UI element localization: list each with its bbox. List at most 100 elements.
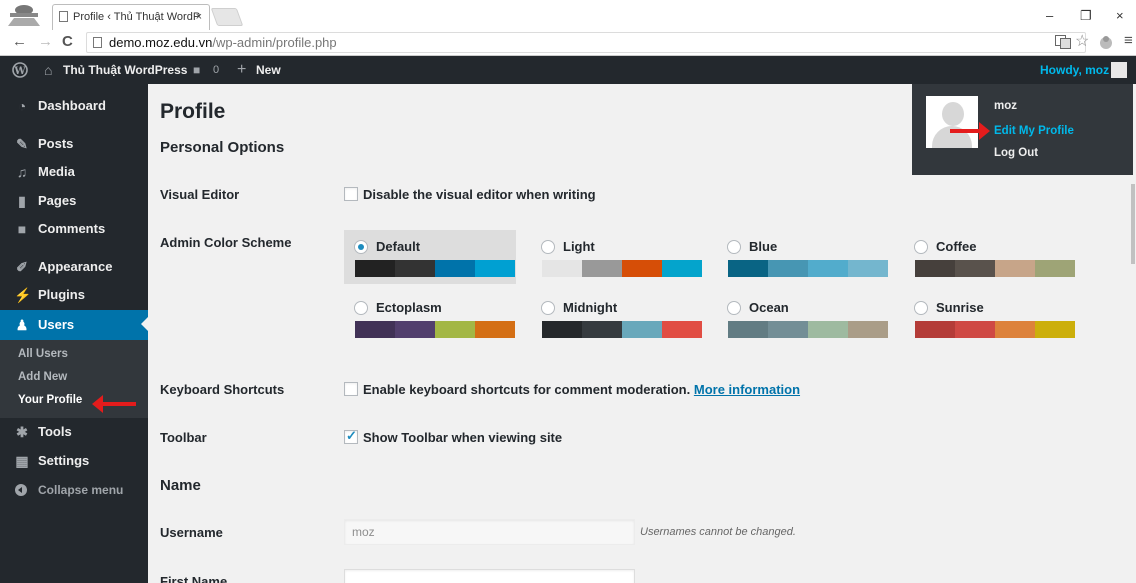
collapse-icon xyxy=(15,484,27,496)
avatar[interactable] xyxy=(926,96,978,148)
color-swatch xyxy=(995,321,1035,338)
wordpress-logo-icon[interactable]: W xyxy=(12,62,28,78)
reload-icon[interactable]: C xyxy=(62,33,73,50)
more-information-link[interactable]: More information xyxy=(694,382,800,397)
menu-icon[interactable]: ≡ xyxy=(1124,32,1133,49)
sidebar-item-media[interactable]: ♫ Media xyxy=(0,158,148,186)
log-out-link[interactable]: Log Out xyxy=(994,147,1038,159)
sidebar-item-users[interactable]: ♟ Users xyxy=(0,310,148,340)
color-swatch xyxy=(808,260,848,277)
section-name: Name xyxy=(160,477,201,494)
star-icon[interactable]: ☆ xyxy=(1075,31,1089,51)
username-description: Usernames cannot be changed. xyxy=(640,526,796,538)
color-scheme-default[interactable]: Default xyxy=(344,230,516,284)
visual-editor-checkbox[interactable] xyxy=(344,187,358,201)
color-scheme-radio[interactable] xyxy=(354,301,368,315)
page-title: Profile xyxy=(160,100,226,123)
sidebar-item-settings[interactable]: ▦ Settings xyxy=(0,447,148,475)
color-swatch xyxy=(1035,260,1075,277)
color-swatch xyxy=(848,260,888,277)
sidebar-item-tools[interactable]: ✱ Tools xyxy=(0,418,148,446)
section-personal-options: Personal Options xyxy=(160,139,285,156)
color-scheme-ectoplasm[interactable]: Ectoplasm xyxy=(344,291,516,345)
howdy-user-link[interactable]: Howdy, moz xyxy=(1040,56,1109,84)
color-swatch xyxy=(355,260,395,277)
tab-profile[interactable]: Profile ‹ Thủ Thuật WordP × xyxy=(52,4,210,30)
submenu-all-users[interactable]: All Users xyxy=(18,348,68,360)
site-name-link[interactable]: Thủ Thuật WordPress xyxy=(63,56,187,84)
color-swatches xyxy=(355,260,515,277)
color-swatch xyxy=(955,260,995,277)
color-scheme-name: Coffee xyxy=(936,239,977,254)
back-icon[interactable]: ← xyxy=(12,33,27,50)
color-scheme-radio[interactable] xyxy=(354,240,368,254)
toolbar-checkbox[interactable] xyxy=(344,428,358,444)
toolbar-option-label[interactable]: Show Toolbar when viewing site xyxy=(363,430,562,445)
sidebar-item-posts[interactable]: ✎ Posts xyxy=(0,130,148,158)
visual-editor-label: Visual Editor xyxy=(160,187,240,202)
avatar-small[interactable] xyxy=(1111,62,1127,78)
color-scheme-radio[interactable] xyxy=(727,240,741,254)
tab-close-icon[interactable]: × xyxy=(196,5,202,29)
color-scheme-name: Ectoplasm xyxy=(376,300,442,315)
color-scheme-name: Midnight xyxy=(563,300,618,315)
sidebar-item-pages[interactable]: ▮ Pages xyxy=(0,187,148,215)
visual-editor-option-label[interactable]: Disable the visual editor when writing xyxy=(363,187,596,202)
first-name-label: First Name xyxy=(160,574,228,583)
plug-icon: ⚡ xyxy=(14,287,32,303)
sidebar-item-appearance[interactable]: ✐ Appearance xyxy=(0,253,148,281)
color-swatch xyxy=(435,321,475,338)
color-scheme-sunrise[interactable]: Sunrise xyxy=(904,291,1076,345)
submenu-your-profile[interactable]: Your Profile xyxy=(18,394,82,406)
annotation-arrow-left xyxy=(92,395,136,413)
comment-icon[interactable]: ■ xyxy=(193,56,200,84)
forward-icon[interactable]: → xyxy=(38,33,53,50)
color-scheme-midnight[interactable]: Midnight xyxy=(531,291,703,345)
new-tab-button[interactable] xyxy=(210,8,244,26)
color-swatches xyxy=(542,260,702,277)
color-scheme-name: Blue xyxy=(749,239,778,254)
collapse-menu-button[interactable]: Collapse menu xyxy=(0,478,148,502)
home-icon: ⌂ xyxy=(44,62,53,78)
sidebar-item-label: Media xyxy=(38,164,75,179)
keyboard-shortcuts-option-label[interactable]: Enable keyboard shortcuts for comment mo… xyxy=(363,382,800,397)
color-swatch xyxy=(768,321,808,338)
translate-icon[interactable] xyxy=(1055,35,1071,49)
pages-icon: ▮ xyxy=(18,193,26,209)
browser-profile-icon[interactable] xyxy=(4,2,44,26)
color-scheme-radio[interactable] xyxy=(541,240,555,254)
url-input[interactable]: demo.moz.edu.vn/wp-admin/profile.php xyxy=(86,32,1086,53)
restore-icon[interactable]: ❐ xyxy=(1080,8,1092,24)
color-scheme-coffee[interactable]: Coffee xyxy=(904,230,1076,284)
dropdown-user-name[interactable]: moz xyxy=(994,100,1017,112)
avatar-head xyxy=(942,102,964,126)
first-name-input[interactable] xyxy=(344,569,635,583)
extension-icon[interactable] xyxy=(1098,35,1114,49)
minimize-icon[interactable]: – xyxy=(1046,8,1053,23)
color-scheme-light[interactable]: Light xyxy=(531,230,703,284)
color-swatches xyxy=(915,321,1075,338)
comments-count[interactable]: 0 xyxy=(213,56,219,84)
color-scheme-radio[interactable] xyxy=(914,301,928,315)
color-scheme-blue[interactable]: Blue xyxy=(717,230,889,284)
keyboard-shortcuts-checkbox[interactable] xyxy=(344,382,358,396)
new-content-link[interactable]: New xyxy=(256,56,281,84)
edit-my-profile-link[interactable]: Edit My Profile xyxy=(994,125,1074,137)
wp-admin-bar: W ⌂ Thủ Thuật WordPress ■ 0 + New Howdy,… xyxy=(0,56,1136,84)
comment-icon: ■ xyxy=(17,221,27,237)
color-scheme-radio[interactable] xyxy=(727,301,741,315)
username-input[interactable]: moz xyxy=(344,519,635,545)
submenu-add-new[interactable]: Add New xyxy=(18,371,67,383)
address-bar-row: ← → C demo.moz.edu.vn/wp-admin/profile.p… xyxy=(0,30,1136,56)
color-scheme-radio[interactable] xyxy=(541,301,555,315)
sidebar-item-comments[interactable]: ■ Comments xyxy=(0,215,148,243)
color-scheme-ocean[interactable]: Ocean xyxy=(717,291,889,345)
plus-icon[interactable]: + xyxy=(237,56,246,84)
color-scheme-name: Default xyxy=(376,239,421,254)
color-scheme-radio[interactable] xyxy=(914,240,928,254)
sidebar-item-plugins[interactable]: ⚡ Plugins xyxy=(0,281,148,309)
scrollbar-thumb[interactable] xyxy=(1131,184,1135,264)
close-window-icon[interactable]: × xyxy=(1116,8,1124,23)
sidebar-item-dashboard[interactable]: ◔ Dashboard xyxy=(0,92,148,120)
color-swatch xyxy=(768,260,808,277)
